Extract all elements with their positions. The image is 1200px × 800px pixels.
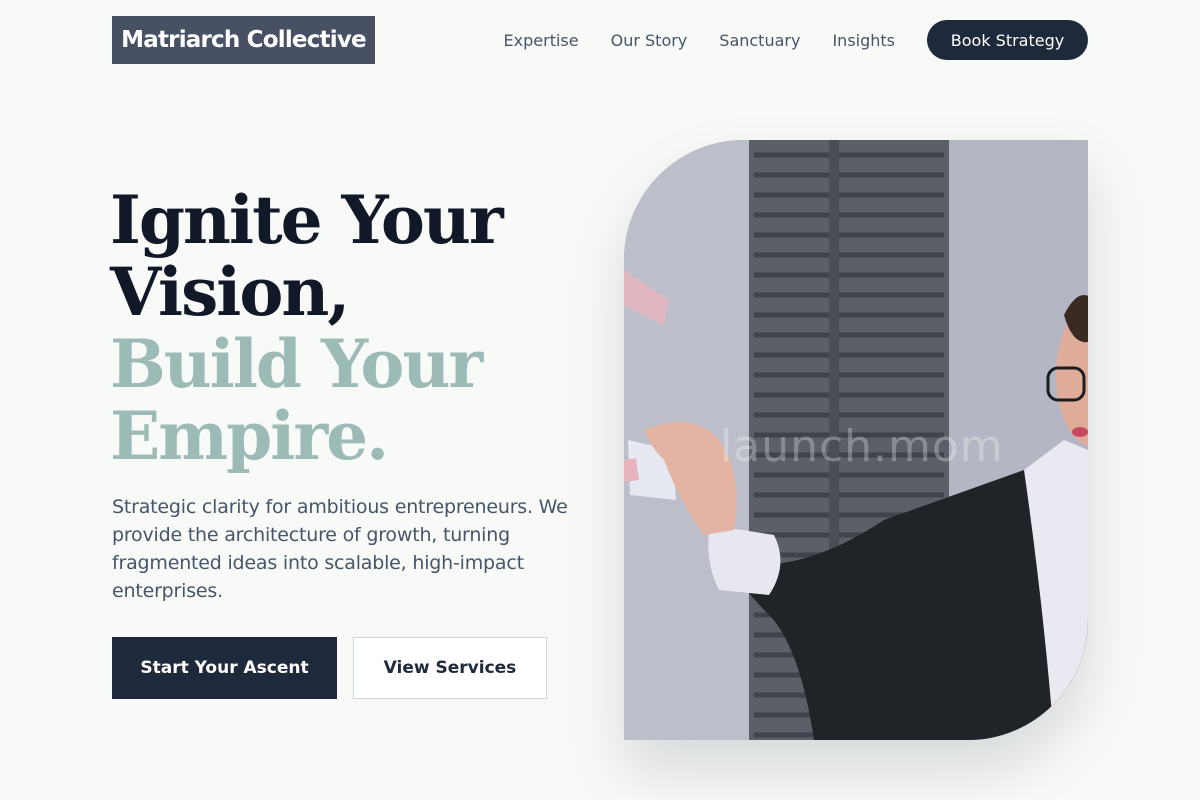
main-nav: Expertise Our Story Sanctuary Insights B… [504,20,1088,60]
brand-logo[interactable]: Matriarch Collective [112,16,375,64]
site-header: Matriarch Collective Expertise Our Story… [112,16,1088,64]
book-strategy-button[interactable]: Book Strategy [927,20,1088,60]
hero-description: Strategic clarity for ambitious entrepre… [112,496,568,602]
hero-headline: Ignite Your Vision, Build Your Empire. [110,181,504,475]
view-services-button[interactable]: View Services [353,637,547,699]
nav-link-sanctuary[interactable]: Sanctuary [719,31,800,50]
nav-link-our-story[interactable]: Our Story [611,31,688,50]
image-watermark: launch.mom [720,421,1004,472]
nav-link-expertise[interactable]: Expertise [504,31,579,50]
nav-link-insights[interactable]: Insights [832,31,895,50]
headline-line-3: Build Your [110,325,483,403]
headline-line-1: Ignite Your [110,181,504,259]
start-your-ascent-button[interactable]: Start Your Ascent [112,637,337,699]
headline-line-4: Empire. [110,397,389,475]
headline-line-2: Vision, [110,253,350,331]
hero-photo: launch.mom [624,140,1088,740]
